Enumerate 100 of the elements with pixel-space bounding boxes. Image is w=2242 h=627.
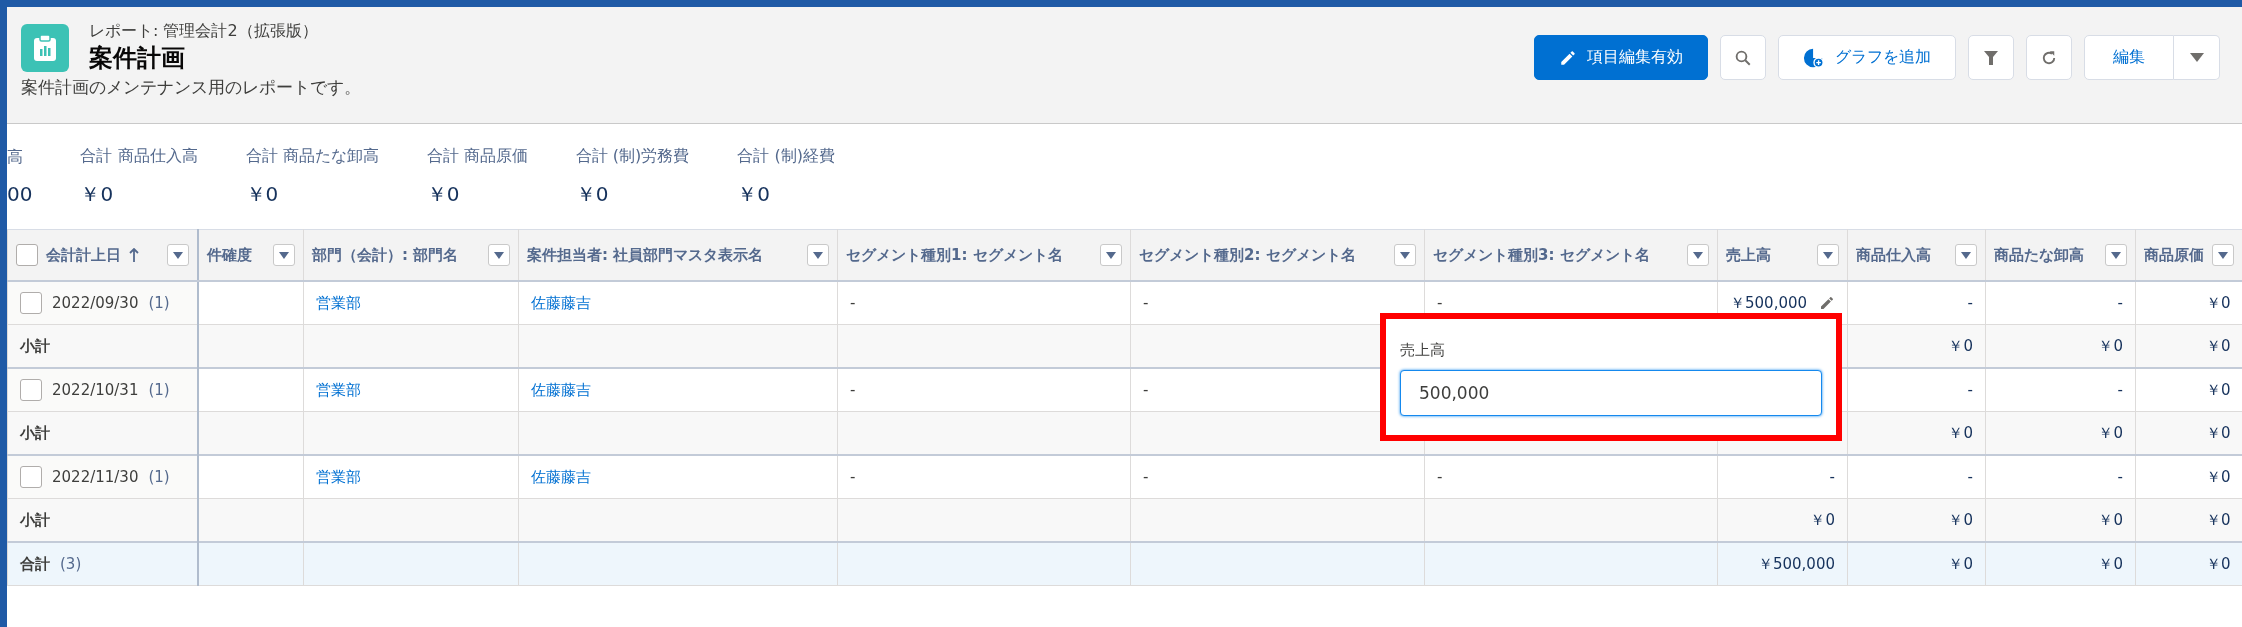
filter-button[interactable] bbox=[1968, 35, 2014, 80]
select-all-checkbox[interactable] bbox=[16, 244, 38, 266]
column-header[interactable]: セグメント種別1: セグメント名 bbox=[837, 229, 1131, 281]
search-button[interactable] bbox=[1720, 35, 1766, 80]
column-header[interactable]: 商品原価 bbox=[2135, 229, 2242, 281]
table-cell: - bbox=[2117, 381, 2123, 399]
date-cell: 2022/09/30 bbox=[52, 294, 139, 312]
table-cell: - bbox=[1143, 294, 1149, 312]
table-cell: - bbox=[1967, 294, 1973, 312]
caret-down-icon bbox=[1400, 251, 1410, 259]
summary-value: ￥0 bbox=[426, 180, 461, 208]
table-cell: - bbox=[1143, 468, 1149, 486]
column-filter-button[interactable] bbox=[1817, 244, 1839, 266]
column-title: セグメント種別3: セグメント名 bbox=[1433, 245, 1650, 265]
filter-icon bbox=[1983, 49, 1999, 66]
column-title: 会計計上日 bbox=[46, 245, 121, 265]
column-filter-button[interactable] bbox=[1687, 244, 1709, 266]
column-filter-button[interactable] bbox=[488, 244, 510, 266]
field-label: 売上高 bbox=[1400, 341, 1445, 360]
summary-value: ￥0 bbox=[80, 180, 115, 208]
table-cell: - bbox=[1829, 468, 1835, 486]
summary-value: ￥0 bbox=[575, 180, 610, 208]
group-label: 小計 bbox=[20, 336, 50, 356]
table-cell: ￥0 bbox=[2205, 554, 2231, 573]
column-filter-button[interactable] bbox=[1394, 244, 1416, 266]
column-title: 商品仕入高 bbox=[1856, 245, 1931, 265]
column-filter-button[interactable] bbox=[166, 244, 189, 266]
column-header[interactable]: 案件担当者: 社員部門マスタ表示名 bbox=[518, 229, 838, 281]
table-cell: ￥0 bbox=[2205, 510, 2231, 529]
table-cell: - bbox=[850, 381, 856, 399]
table-cell: ￥0 bbox=[1810, 510, 1835, 529]
table-cell: - bbox=[1437, 294, 1443, 312]
summary-label: 合計 商品原価 bbox=[426, 145, 528, 167]
column-title: 案件担当者: 社員部門マスタ表示名 bbox=[527, 245, 764, 265]
enable-field-editing-button[interactable]: 項目編集有効 bbox=[1534, 35, 1708, 80]
table-cell: ￥0 bbox=[2098, 336, 2123, 355]
table-cell: ￥500,000 bbox=[1757, 554, 1835, 573]
edit-button[interactable]: 編集 bbox=[2084, 35, 2174, 80]
column-header[interactable]: セグメント種別2: セグメント名 bbox=[1130, 229, 1425, 281]
table-cell: ￥0 bbox=[2098, 423, 2123, 442]
column-filter-button[interactable] bbox=[1955, 244, 1977, 266]
date-cell: 2022/11/30 bbox=[52, 468, 139, 486]
refresh-button[interactable] bbox=[2026, 35, 2072, 80]
refresh-icon bbox=[2040, 48, 2058, 67]
report-description: 案件計画のメンテナンス用のレポートです。 bbox=[21, 76, 361, 99]
table-cell: ￥0 bbox=[2205, 423, 2231, 442]
summary-label: 合計 商品たな卸高 bbox=[245, 145, 379, 167]
record-count: (1) bbox=[148, 381, 170, 399]
column-header[interactable]: 会計計上日 bbox=[7, 229, 198, 281]
table-link[interactable]: 営業部 bbox=[316, 380, 361, 399]
column-filter-button[interactable] bbox=[2105, 244, 2127, 266]
column-header[interactable]: セグメント種別3: セグメント名 bbox=[1424, 229, 1718, 281]
group-label: 合計 bbox=[20, 554, 50, 574]
caret-down-icon bbox=[2111, 251, 2121, 259]
table-cell: - bbox=[850, 294, 856, 312]
table-link[interactable]: 佐藤藤吉 bbox=[531, 467, 591, 486]
caret-down-icon bbox=[1106, 251, 1116, 259]
edit-menu-button[interactable] bbox=[2174, 35, 2220, 80]
row-checkbox[interactable] bbox=[20, 292, 42, 314]
caret-down-icon bbox=[1961, 251, 1971, 259]
summary-value: 00 bbox=[7, 182, 33, 206]
column-filter-button[interactable] bbox=[273, 244, 295, 266]
table-cell: ￥0 bbox=[2205, 380, 2231, 399]
caret-down-icon bbox=[813, 251, 823, 259]
table-link[interactable]: 佐藤藤吉 bbox=[531, 293, 591, 312]
pencil-icon[interactable] bbox=[1819, 295, 1836, 311]
input-field[interactable]: 500,000 bbox=[1400, 370, 1822, 416]
column-title: 商品原価 bbox=[2144, 245, 2204, 265]
date-cell: 2022/10/31 bbox=[52, 381, 139, 399]
caret-down-icon bbox=[279, 251, 289, 259]
record-count: (1) bbox=[148, 294, 170, 312]
table-cell: ￥500,000 bbox=[1730, 293, 1808, 313]
record-count: (1) bbox=[148, 468, 170, 486]
column-title: 部門（会計）: 部門名 bbox=[312, 245, 459, 265]
column-header[interactable]: 商品仕入高 bbox=[1847, 229, 1986, 281]
caret-down-icon bbox=[2218, 251, 2228, 259]
caret-down-icon bbox=[1823, 251, 1833, 259]
column-header[interactable]: 件確度 bbox=[197, 229, 304, 281]
summary-label: 合計 (制)経費 bbox=[737, 145, 835, 167]
column-filter-button[interactable] bbox=[2212, 244, 2234, 266]
row-checkbox[interactable] bbox=[20, 379, 42, 401]
row-checkbox[interactable] bbox=[20, 466, 42, 488]
column-header[interactable]: 部門（会計）: 部門名 bbox=[303, 229, 519, 281]
report-type-label: レポート: 管理会計2（拡張版） bbox=[89, 21, 318, 42]
column-title: 件確度 bbox=[206, 245, 252, 265]
add-chart-button[interactable]: グラフを追加 bbox=[1778, 35, 1956, 80]
record-count: (3) bbox=[60, 555, 82, 573]
table-link[interactable]: 営業部 bbox=[316, 293, 361, 312]
column-title: 商品たな卸高 bbox=[1994, 245, 2084, 265]
table-link[interactable]: 佐藤藤吉 bbox=[531, 380, 591, 399]
report-icon bbox=[21, 23, 69, 72]
table-cell: ￥0 bbox=[2205, 467, 2231, 486]
column-filter-button[interactable] bbox=[1100, 244, 1122, 266]
group-label: 小計 bbox=[20, 510, 50, 530]
table-link[interactable]: 営業部 bbox=[316, 467, 361, 486]
table-cell: - bbox=[2117, 468, 2123, 486]
table-cell: - bbox=[2117, 294, 2123, 312]
column-filter-button[interactable] bbox=[807, 244, 829, 266]
column-header[interactable]: 商品たな卸高 bbox=[1985, 229, 2136, 281]
column-header[interactable]: 売上高 bbox=[1717, 229, 1848, 281]
